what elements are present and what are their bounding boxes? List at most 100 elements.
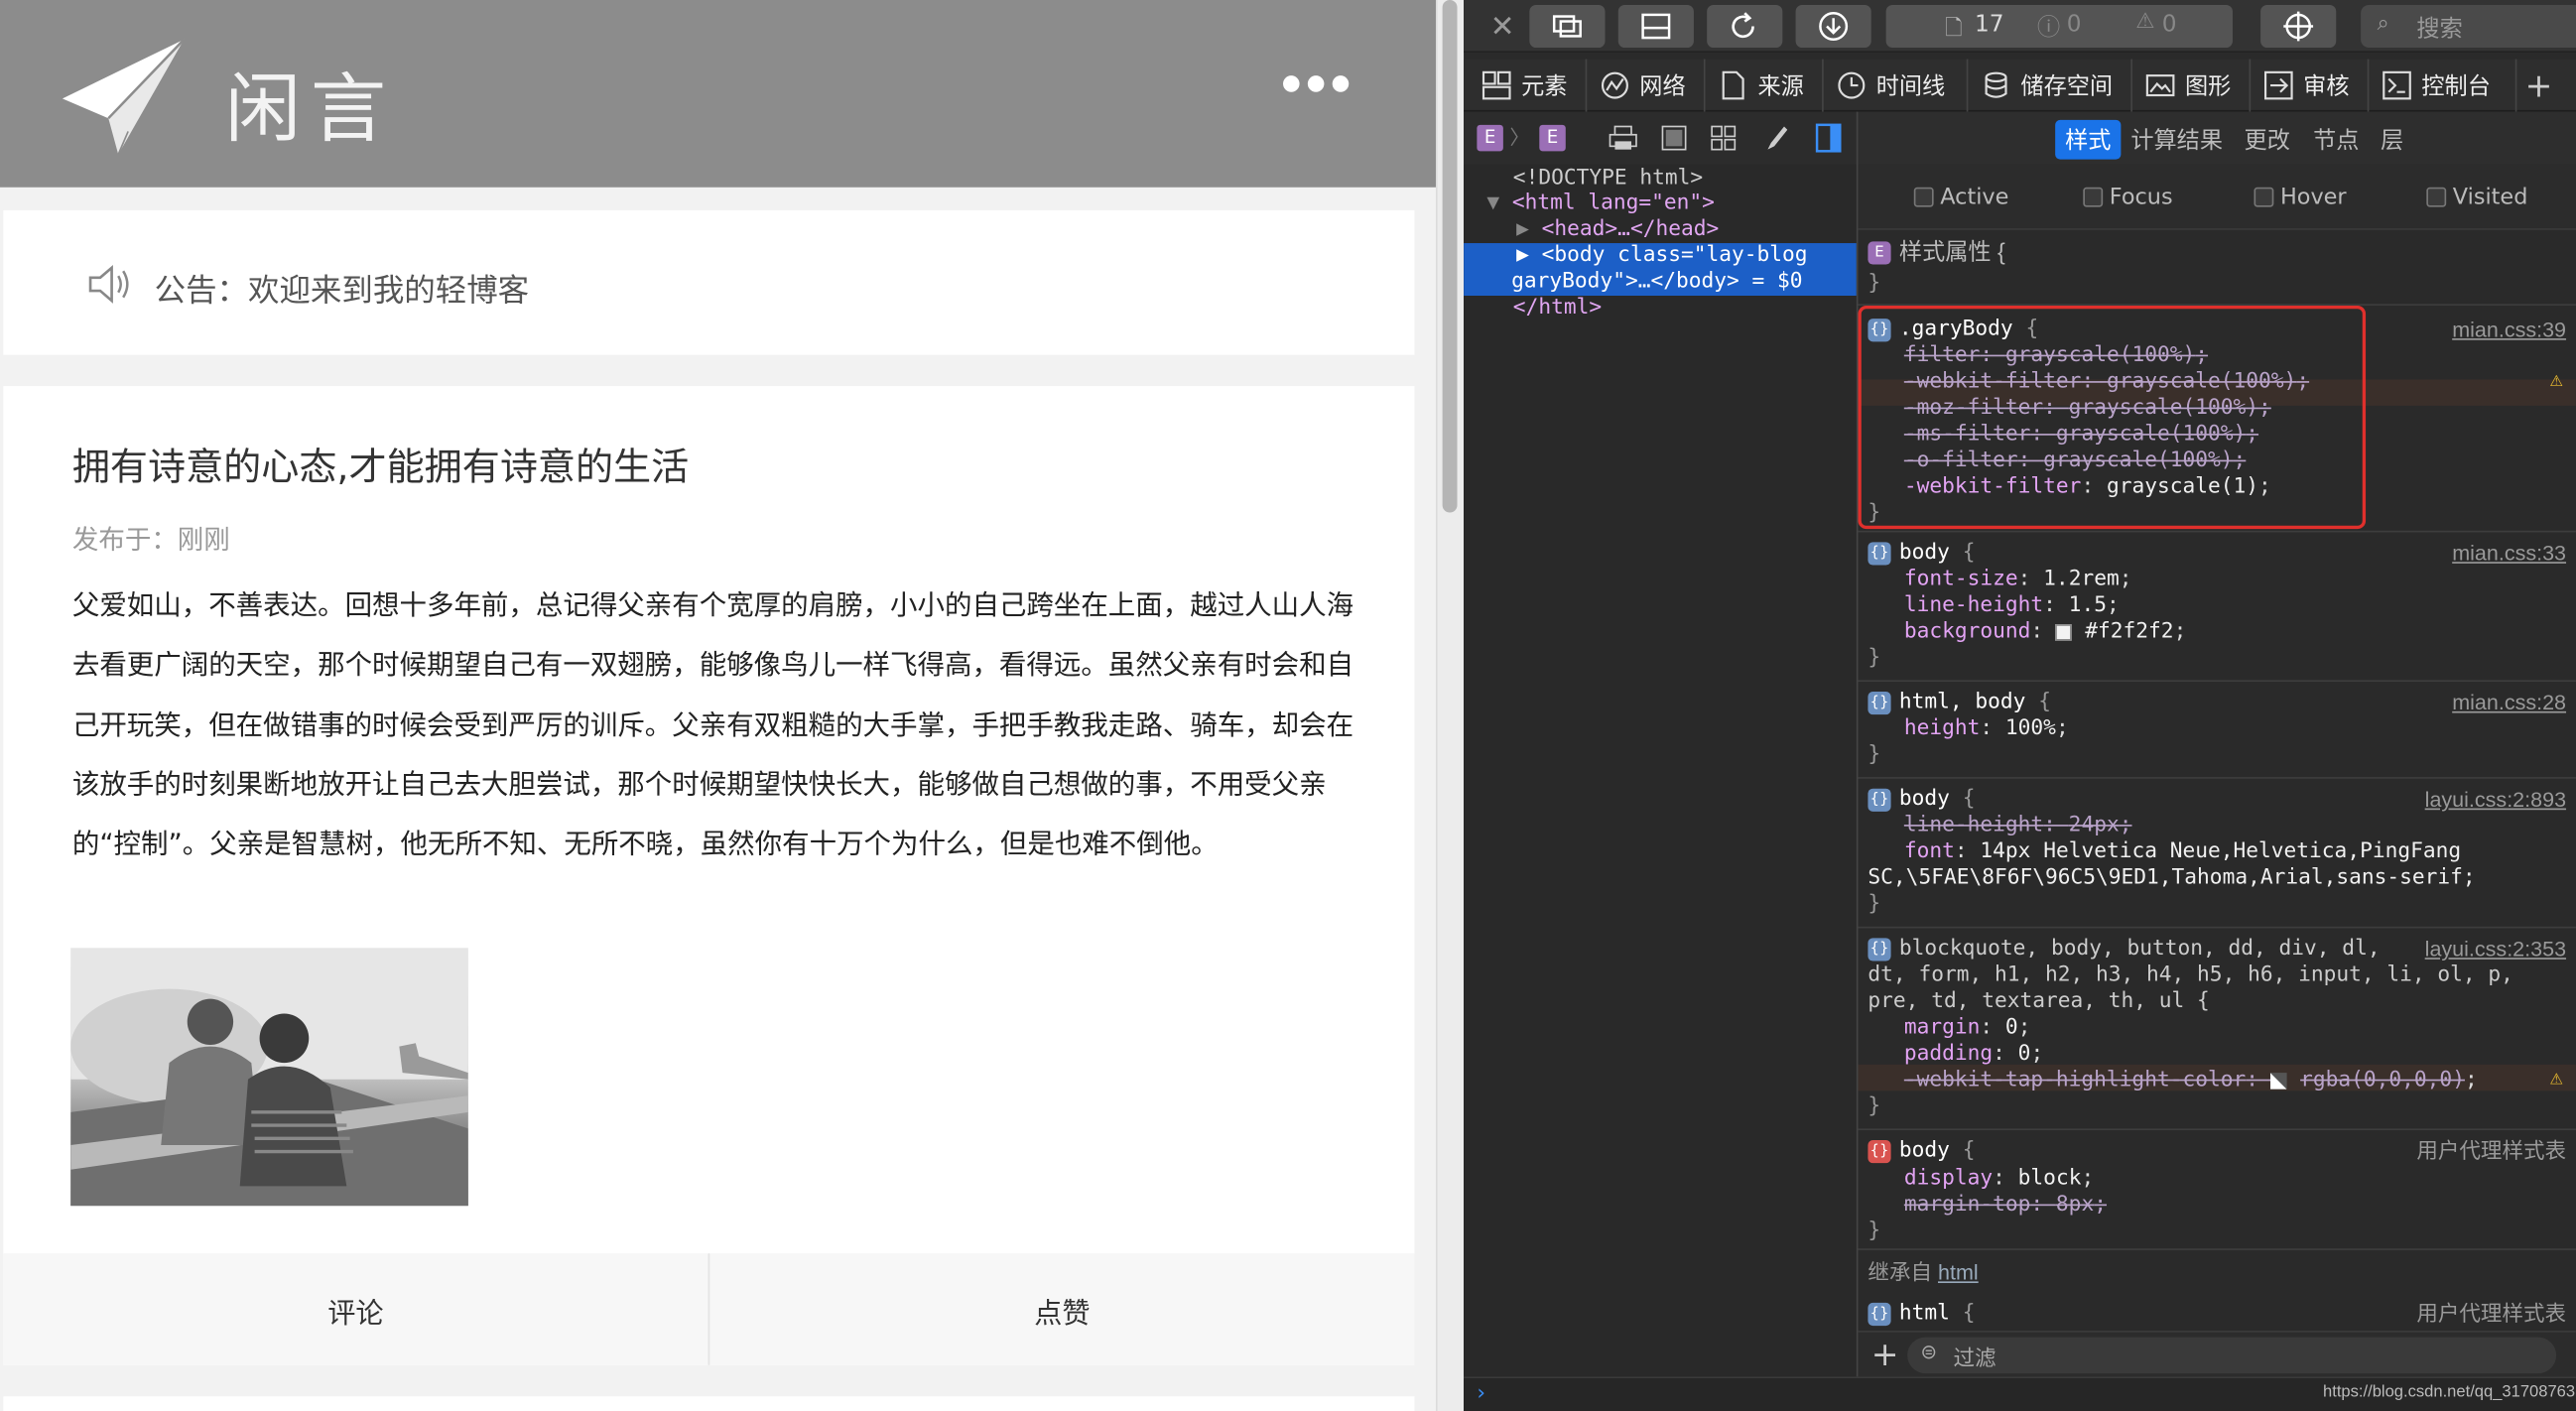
add-tab-icon[interactable]: + — [2525, 65, 2553, 105]
property-line[interactable]: line-height: 24px; — [1904, 814, 2132, 839]
warning-icon[interactable]: ⚠ — [2550, 1066, 2563, 1091]
article-photo-drawing — [70, 948, 468, 1207]
prop-name: line-height — [1903, 592, 2044, 618]
tab-console[interactable]: 控制台 — [2369, 59, 2517, 112]
rule-source-link[interactable]: mian.css:39 — [2452, 318, 2566, 343]
property-line[interactable]: font: 14px Helvetica Neue,Helvetica,Ping… — [1904, 839, 2461, 865]
comment-button[interactable]: 评论 — [3, 1253, 708, 1365]
tab-label: 时间线 — [1875, 73, 1946, 100]
rule-badge-icon: {} — [1868, 1302, 1891, 1326]
rule-selector[interactable]: html — [1899, 1301, 1950, 1326]
undock-icon[interactable] — [1529, 4, 1606, 49]
tab-computed[interactable]: 计算结果 — [2130, 123, 2223, 156]
tab-storage[interactable]: 储存空间 — [1968, 59, 2132, 112]
grid-icon[interactable] — [1710, 125, 1737, 151]
tab-changes[interactable]: 更改 — [2245, 123, 2290, 156]
article-image[interactable] — [70, 948, 468, 1207]
state-visited[interactable]: Visited — [2426, 184, 2527, 210]
download-icon[interactable] — [1795, 4, 1871, 49]
tab-timeline[interactable]: 时间线 — [1824, 59, 1969, 112]
warning-icon[interactable]: ⚠ — [2550, 368, 2563, 394]
property-line[interactable]: -webkit-tap-highlight-color: rgba(0,0,0,… — [1904, 1068, 2478, 1093]
collapse-triangle-icon[interactable]: ▶ — [1516, 217, 1542, 242]
sidebar-toggle-icon[interactable] — [1815, 123, 1842, 153]
target-picker-icon[interactable] — [2260, 4, 2337, 49]
rule-selector[interactable]: body — [1899, 541, 1950, 566]
document-icon: 🗋 — [1945, 16, 1963, 42]
article-title[interactable]: 拥有诗意的心态,才能拥有诗意的生活 — [72, 436, 689, 491]
rule-source-link[interactable]: layui.css:2:893 — [2425, 787, 2566, 813]
property-line[interactable]: display: block; — [1904, 1166, 2094, 1192]
property-line[interactable]: font-size: 1.2rem; — [1904, 567, 2132, 592]
like-button[interactable]: 点赞 — [709, 1253, 1414, 1365]
state-label: Hover — [2279, 184, 2347, 210]
layout-icon[interactable] — [1661, 125, 1687, 151]
dom-node[interactable]: <!DOCTYPE html> — [1513, 166, 1906, 192]
reload-icon[interactable] — [1707, 4, 1783, 49]
rule-source-link[interactable]: mian.css:28 — [2452, 690, 2566, 715]
element-crumb-icon[interactable]: E — [1539, 124, 1566, 152]
rule-reset[interactable]: {} blockquote, body, button, dd, div, dl,… — [1858, 930, 2576, 1131]
site-logo-text[interactable]: 闲言 — [225, 50, 396, 158]
sources-icon — [1722, 70, 1744, 100]
rule-source-link[interactable]: mian.css:33 — [2452, 541, 2566, 567]
state-hover[interactable]: Hover — [2254, 184, 2347, 210]
checkbox[interactable] — [2426, 187, 2447, 207]
add-rule-icon[interactable]: + — [1871, 1334, 1899, 1373]
close-icon[interactable]: ✕ — [1490, 10, 1515, 45]
property-line[interactable]: line-height: 1.5; — [1904, 593, 2120, 619]
color-swatch[interactable] — [2055, 623, 2073, 640]
filter-input[interactable]: ⊜ 过滤 — [1907, 1337, 2557, 1374]
state-active[interactable]: Active — [1913, 184, 2008, 210]
rule-body[interactable]: {} body { mian.css:33 font-size: 1.2rem; … — [1858, 534, 2576, 683]
graphics-icon — [2145, 74, 2175, 97]
rule-garybody[interactable]: {} .garyBody { mian.css:39 filter: graysc… — [1858, 305, 2576, 533]
expand-triangle-icon[interactable]: ▼ — [1486, 191, 1512, 215]
tab-styles[interactable]: 样式 — [2055, 119, 2122, 160]
tab-layers[interactable]: 层 — [2381, 123, 2403, 156]
paper-plane-icon[interactable] — [62, 39, 191, 158]
collapse-triangle-icon[interactable]: ▶ — [1516, 243, 1542, 268]
devtools-search[interactable]: ⌕ 搜索 — [2361, 4, 2576, 49]
tab-node[interactable]: 节点 — [2313, 123, 2359, 156]
rule-user-agent-body[interactable]: {} body { 用户代理样式表 display: block; margin-… — [1858, 1132, 2576, 1250]
rule-selector[interactable]: blockquote, body, button, dd, div, dl, — [1899, 937, 2381, 962]
print-icon[interactable] — [1609, 125, 1638, 151]
property-line[interactable]: padding: 0; — [1904, 1042, 2043, 1068]
inherited-link[interactable]: html — [1938, 1260, 1979, 1285]
brush-icon[interactable] — [1761, 125, 1788, 151]
storage-icon — [1985, 71, 2007, 98]
rule-body-layui[interactable]: {} body { layui.css:2:893 line-height: 24… — [1858, 780, 2576, 929]
tab-sources[interactable]: 来源 — [1706, 59, 1824, 112]
rule-selector[interactable]: body — [1899, 1138, 1950, 1163]
dock-bottom-icon[interactable] — [1617, 4, 1694, 49]
property-line[interactable]: margin-top: 8px; — [1904, 1193, 2107, 1219]
dom-node[interactable]: </html> — [1513, 296, 1906, 321]
tab-elements[interactable]: 元素 — [1469, 59, 1588, 112]
color-swatch[interactable] — [2270, 1072, 2288, 1089]
checkbox[interactable] — [2254, 187, 2274, 207]
element-crumb-icon[interactable]: E — [1477, 124, 1503, 152]
rule-selector[interactable]: html, body — [1899, 690, 2026, 714]
rule-source-link[interactable]: layui.css:2:353 — [2425, 937, 2566, 962]
checkbox[interactable] — [1913, 187, 1934, 207]
next-card — [3, 1396, 1415, 1411]
warning-icon: ⚠ — [2135, 9, 2155, 35]
prop-value: 8px — [2055, 1192, 2095, 1218]
resource-summary[interactable]: 🗋 17 ⓘ 0 ⚠ 0 — [1885, 4, 2233, 49]
property-line[interactable]: height: 100%; — [1904, 716, 2069, 742]
rule-html-body[interactable]: {} html, body { mian.css:28 height: 100%;… — [1858, 684, 2576, 779]
rule-selector[interactable]: body — [1899, 787, 1950, 812]
tab-graphics[interactable]: 图形 — [2132, 59, 2252, 112]
tab-network[interactable]: 网络 — [1587, 59, 1706, 112]
more-menu-icon[interactable] — [1283, 75, 1352, 101]
dom-node[interactable]: ▶ <head>…</head> — [1516, 217, 1909, 243]
dom-node[interactable]: ▼ <html lang="en"> — [1486, 191, 1879, 216]
tab-audit[interactable]: 审核 — [2251, 59, 2370, 112]
checkbox[interactable] — [2083, 187, 2104, 207]
property-line[interactable]: background: #f2f2f2; — [1904, 619, 2187, 645]
property-line[interactable]: margin: 0; — [1904, 1015, 2031, 1041]
page-scrollbar-thumb[interactable] — [1442, 0, 1458, 513]
audit-icon — [2263, 70, 2293, 100]
state-focus[interactable]: Focus — [2083, 184, 2173, 210]
